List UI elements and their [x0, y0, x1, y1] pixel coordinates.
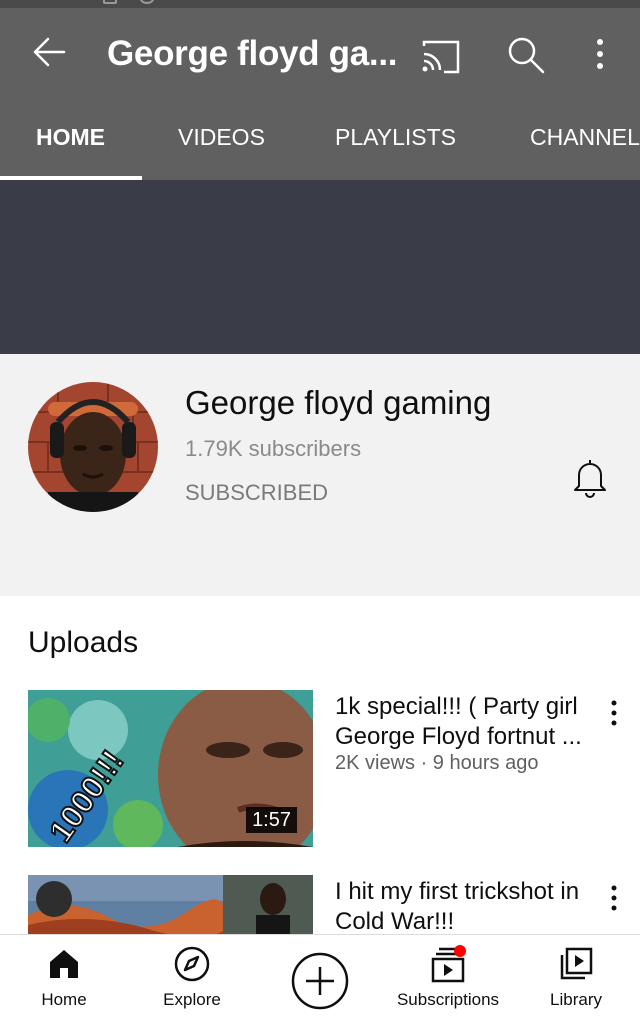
nav-label: Home: [41, 990, 87, 1009]
video-item[interactable]: 1000!!! 1:57 1k special!!! ( Party girl …: [0, 690, 640, 850]
avatar[interactable]: [28, 382, 158, 512]
status-icon: [103, 0, 117, 4]
create-icon: [290, 951, 350, 1016]
more-vert-icon[interactable]: [606, 696, 622, 730]
home-icon: [46, 945, 82, 986]
nav-subscriptions[interactable]: Subscriptions: [388, 935, 508, 1016]
video-duration: 1:57: [246, 807, 297, 833]
search-icon[interactable]: [505, 34, 547, 76]
nav-label: Subscriptions: [396, 990, 500, 1009]
channel-banner: [0, 180, 640, 354]
cast-icon[interactable]: [420, 38, 464, 76]
subscriber-count: 1.79K subscribers: [185, 436, 362, 461]
library-icon: [557, 945, 595, 988]
nav-home[interactable]: Home: [14, 935, 114, 1016]
channel-tabs: HOME VIDEOS PLAYLISTS CHANNELS: [0, 98, 640, 180]
tab-home[interactable]: HOME: [36, 124, 105, 151]
channel-header: George floyd gaming 1.79K subscribers SU…: [0, 354, 640, 596]
nav-create[interactable]: [284, 935, 356, 1016]
more-vert-icon[interactable]: [606, 881, 622, 915]
channel-name: George floyd gaming: [185, 384, 492, 421]
status-icon: [140, 0, 154, 4]
video-item[interactable]: I hit my first trickshot in Cold War!!!: [0, 875, 640, 935]
video-title[interactable]: I hit my first trickshot in Cold War!!!: [335, 877, 597, 935]
back-arrow-icon[interactable]: [28, 30, 72, 74]
explore-icon: [173, 945, 211, 988]
video-title[interactable]: 1k special!!! ( Party girl George Floyd …: [335, 692, 597, 752]
uploads-heading: Uploads: [28, 626, 139, 659]
bottom-navigation: Home Explore Subscriptions Library: [0, 934, 640, 1016]
subscriptions-icon: [427, 945, 469, 988]
bell-icon[interactable]: [570, 456, 610, 498]
tab-channels[interactable]: CHANNELS: [530, 124, 640, 151]
tab-videos[interactable]: VIDEOS: [178, 124, 265, 151]
page-title: George floyd ga...: [107, 34, 398, 73]
video-thumbnail[interactable]: 1000!!! 1:57: [28, 690, 313, 847]
video-thumbnail[interactable]: [28, 875, 313, 935]
app-bar: George floyd ga...: [0, 8, 640, 98]
status-bar: [0, 0, 640, 8]
nav-explore[interactable]: Explore: [142, 935, 242, 1016]
tab-playlists[interactable]: PLAYLISTS: [335, 124, 456, 151]
more-vert-icon[interactable]: [590, 34, 610, 76]
subscribed-button[interactable]: SUBSCRIBED: [185, 480, 328, 506]
nav-label: Library: [550, 990, 602, 1009]
video-meta: 2K views · 9 hours ago: [335, 752, 539, 774]
nav-library[interactable]: Library: [530, 935, 622, 1016]
nav-label: Explore: [163, 990, 221, 1009]
